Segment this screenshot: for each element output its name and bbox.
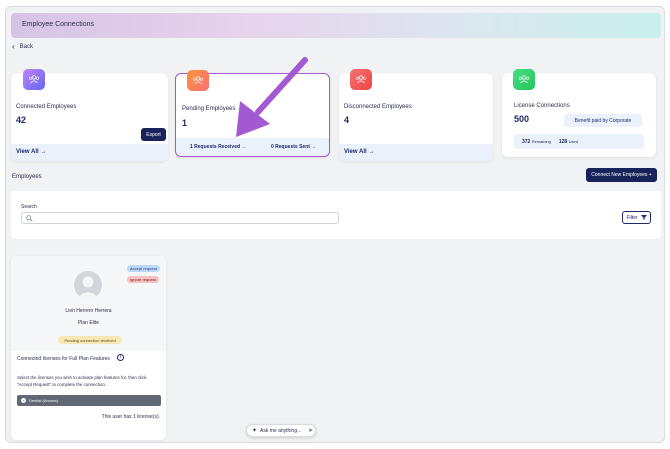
back-label: Back: [19, 44, 34, 50]
app-frame: Employee Connections ‹ Back Connected Em…: [5, 6, 665, 443]
search-panel: Search Filter: [11, 191, 661, 239]
connected-label: Connected Employees: [16, 104, 77, 110]
disconnected-badge: [350, 69, 372, 90]
license-count-note: This user has 1 license(s).: [101, 414, 160, 420]
employees-section-label: Employees: [12, 174, 42, 180]
connected-view-all-link[interactable]: View All →: [16, 149, 46, 155]
avatar: [74, 271, 102, 299]
remaining-stat: 372 Remaining: [522, 139, 551, 145]
connected-badge: [23, 69, 45, 90]
people-icon: [192, 76, 204, 85]
people-icon: [518, 75, 530, 84]
license-option-label: Dentist (Arcona): [29, 398, 58, 403]
disconnected-footer: View All →: [339, 144, 493, 161]
accept-request-button[interactable]: Accept request: [127, 265, 160, 272]
chevron-left-icon: ‹: [12, 42, 15, 51]
pending-count: 1: [182, 118, 188, 128]
pending-footer: 1 Requests Received → 0 Requests Sent →: [176, 138, 329, 156]
search-input[interactable]: [21, 212, 339, 224]
send-icon[interactable]: ➤: [308, 427, 313, 434]
requests-received-link[interactable]: 1 Requests Received →: [190, 144, 246, 150]
used-number: 128: [558, 138, 568, 145]
license-connections-card: License Connections 500 Benefit paid by …: [502, 69, 656, 157]
licenses-section-title: Connected licenses for Full Plan Feature…: [17, 356, 110, 362]
info-icon[interactable]: i: [117, 354, 124, 361]
remaining-label: Remaining: [531, 138, 551, 144]
disconnected-employees-card: Disconnected Employees 4 View All →: [339, 69, 493, 161]
status-label: Pending connection received: [64, 337, 116, 343]
export-button[interactable]: Export: [141, 128, 166, 141]
filter-button[interactable]: Filter: [622, 211, 651, 224]
ask-assistant-input[interactable]: ✦ Ask me anything... ➤: [246, 424, 316, 437]
employee-plan: Plan Elite: [77, 320, 100, 326]
page-title: Employee Connections: [22, 21, 94, 28]
back-button[interactable]: ‹ Back: [12, 42, 34, 51]
sparkle-icon: ✦: [252, 428, 258, 434]
page-header: Employee Connections: [11, 13, 661, 38]
pending-label: Pending Employees: [182, 106, 236, 112]
disconnected-count: 4: [344, 115, 350, 125]
filter-label: Filter: [626, 214, 638, 221]
license-label: License Connections: [514, 103, 570, 109]
license-badge: [513, 69, 535, 90]
employee-card-top: Accept request Ignore request Lien Herre…: [11, 256, 166, 351]
disconnected-view-all-link[interactable]: View All →: [344, 149, 374, 155]
licenses-instructions: Select the licenses you wish to activate…: [17, 375, 147, 387]
used-label: Used: [568, 138, 578, 144]
connected-count: 42: [16, 115, 27, 125]
connect-new-employees-button[interactable]: Connect New Employees +: [586, 168, 657, 182]
employee-name: Lien Herrero Herrera: [65, 308, 112, 314]
search-icon: [26, 215, 33, 222]
pending-badge: [187, 70, 209, 91]
employee-card: Accept request Ignore request Lien Herre…: [11, 256, 166, 440]
user-silhouette-icon: [77, 276, 99, 299]
benefit-label: Benefit paid by Corporate: [574, 117, 632, 124]
funnel-icon: [640, 215, 647, 220]
ask-label: Ask me anything...: [260, 427, 302, 434]
connected-footer: View All →: [11, 144, 168, 161]
license-option[interactable]: × Dentist (Arcona): [17, 395, 161, 406]
remove-icon[interactable]: ×: [21, 398, 26, 403]
people-icon: [28, 75, 40, 84]
people-icon: [355, 75, 367, 84]
license-count: 500: [514, 114, 530, 124]
license-stats: 372 Remaining 128 Used: [514, 134, 644, 149]
disconnected-label: Disconnected Employees: [344, 104, 412, 110]
used-stat: 128 Used: [559, 139, 578, 145]
ignore-request-button[interactable]: Ignore request: [127, 276, 159, 283]
requests-sent-link[interactable]: 0 Requests Sent →: [271, 144, 316, 150]
connected-employees-card: Connected Employees 42 Export View All →: [11, 69, 168, 161]
status-badge: Pending connection received: [58, 336, 122, 344]
benefit-badge: Benefit paid by Corporate: [564, 114, 642, 127]
pending-employees-card: Pending Employees 1 1 Requests Received …: [175, 70, 330, 157]
search-label: Search: [21, 204, 37, 210]
remaining-number: 372: [522, 138, 531, 145]
